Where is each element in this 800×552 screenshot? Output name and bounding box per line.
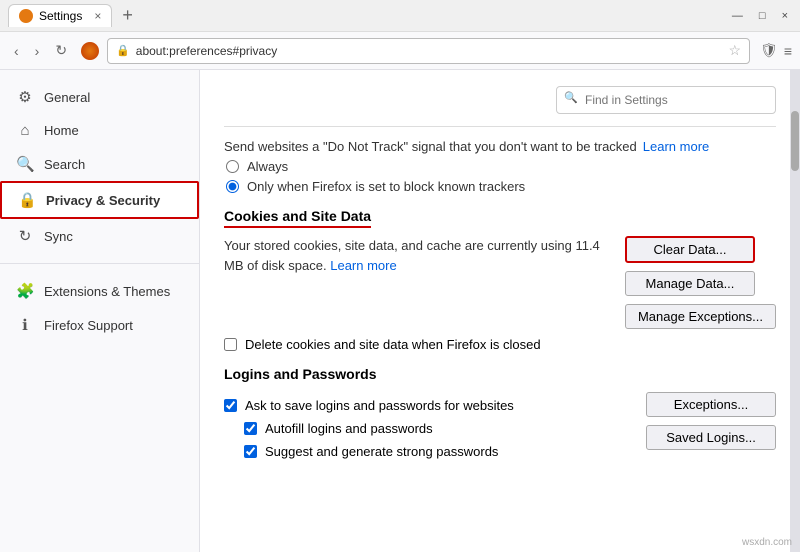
bookmark-icon[interactable]: ☆ bbox=[728, 42, 741, 59]
tab-close-button[interactable]: × bbox=[94, 9, 101, 23]
suggest-row: Suggest and generate strong passwords bbox=[224, 444, 636, 459]
home-icon: ⌂ bbox=[16, 122, 34, 139]
do-not-track-section: Send websites a "Do Not Track" signal th… bbox=[224, 139, 776, 194]
scrollbar-track[interactable] bbox=[790, 70, 800, 552]
sidebar-item-search[interactable]: 🔍 Search bbox=[0, 147, 199, 181]
cookies-row: Your stored cookies, site data, and cach… bbox=[224, 236, 776, 329]
suggest-label: Suggest and generate strong passwords bbox=[265, 444, 498, 459]
sidebar-label-general: General bbox=[44, 90, 90, 105]
radio-known-trackers: Only when Firefox is set to block known … bbox=[226, 179, 776, 194]
privacy-icon: 🔒 bbox=[18, 191, 36, 209]
forward-button[interactable]: › bbox=[29, 39, 46, 63]
address-bar[interactable]: 🔒 about:preferences#privacy ☆ bbox=[107, 38, 750, 64]
tab-label: Settings bbox=[39, 9, 82, 23]
saved-logins-button[interactable]: Saved Logins... bbox=[646, 425, 776, 450]
sidebar-label-support: Firefox Support bbox=[44, 318, 133, 333]
section-separator-top bbox=[224, 126, 776, 127]
firefox-tab-icon bbox=[19, 9, 33, 23]
content-area: Send websites a "Do Not Track" signal th… bbox=[200, 70, 800, 552]
sidebar-item-extensions[interactable]: 🧩 Extensions & Themes bbox=[0, 274, 199, 308]
sidebar: ⚙ General⌂ Home🔍 Search🔒 Privacy & Secur… bbox=[0, 70, 200, 552]
autofill-checkbox[interactable] bbox=[244, 422, 257, 435]
autofill-row: Autofill logins and passwords bbox=[224, 421, 636, 436]
cookies-desc: Your stored cookies, site data, and cach… bbox=[224, 236, 615, 275]
minimize-button[interactable]: — bbox=[728, 10, 747, 22]
lock-icon: 🔒 bbox=[116, 44, 130, 57]
do-not-track-row: Send websites a "Do Not Track" signal th… bbox=[224, 139, 776, 154]
clear-data-button[interactable]: Clear Data... bbox=[625, 236, 755, 263]
cookies-section: Cookies and Site Data Your stored cookie… bbox=[224, 208, 776, 352]
main-layout: ⚙ General⌂ Home🔍 Search🔒 Privacy & Secur… bbox=[0, 70, 800, 552]
sidebar-label-extensions: Extensions & Themes bbox=[44, 284, 170, 299]
sidebar-item-privacy[interactable]: 🔒 Privacy & Security bbox=[0, 181, 199, 219]
firefox-logo bbox=[81, 42, 99, 60]
sidebar-item-home[interactable]: ⌂ Home bbox=[0, 114, 199, 147]
title-bar: Settings × + — □ × bbox=[0, 0, 800, 32]
find-input[interactable] bbox=[556, 86, 776, 114]
sidebar-label-sync: Sync bbox=[44, 229, 73, 244]
sidebar-item-support[interactable]: ℹ Firefox Support bbox=[0, 308, 199, 342]
logins-row: Ask to save logins and passwords for web… bbox=[224, 390, 776, 467]
cookies-content: Your stored cookies, site data, and cach… bbox=[224, 236, 615, 281]
shield-icon[interactable]: 🛡 bbox=[760, 42, 778, 59]
nav-right-icons: 🛡 ≡ bbox=[760, 42, 792, 59]
window-controls: — □ × bbox=[728, 10, 792, 22]
ask-save-row: Ask to save logins and passwords for web… bbox=[224, 398, 636, 413]
logins-section: Logins and Passwords Ask to save logins … bbox=[224, 366, 776, 467]
cookies-buttons: Clear Data... Manage Data... Manage Exce… bbox=[625, 236, 776, 329]
sidebar-divider bbox=[0, 263, 199, 264]
close-button[interactable]: × bbox=[778, 10, 792, 22]
manage-data-button[interactable]: Manage Data... bbox=[625, 271, 755, 296]
radio-known-input[interactable] bbox=[226, 180, 239, 193]
maximize-button[interactable]: □ bbox=[755, 10, 770, 22]
exceptions-button[interactable]: Exceptions... bbox=[646, 392, 776, 417]
ask-save-label: Ask to save logins and passwords for web… bbox=[245, 398, 514, 413]
address-text: about:preferences#privacy bbox=[136, 44, 723, 58]
back-button[interactable]: ‹ bbox=[8, 39, 25, 63]
manage-exceptions-button[interactable]: Manage Exceptions... bbox=[625, 304, 776, 329]
sidebar-item-general[interactable]: ⚙ General bbox=[0, 80, 199, 114]
radio-always-label: Always bbox=[247, 159, 288, 174]
radio-always: Always bbox=[226, 159, 776, 174]
search-icon: 🔍 bbox=[16, 155, 34, 173]
nav-bar: ‹ › ↻ 🔒 about:preferences#privacy ☆ 🛡 ≡ bbox=[0, 32, 800, 70]
suggest-checkbox[interactable] bbox=[244, 445, 257, 458]
logins-title: Logins and Passwords bbox=[224, 366, 776, 382]
radio-always-input[interactable] bbox=[226, 160, 239, 173]
general-icon: ⚙ bbox=[16, 88, 34, 106]
new-tab-button[interactable]: + bbox=[116, 5, 139, 26]
sync-icon: ↻ bbox=[16, 227, 34, 245]
logins-content: Ask to save logins and passwords for web… bbox=[224, 390, 636, 467]
delete-on-close-label: Delete cookies and site data when Firefo… bbox=[245, 337, 541, 352]
radio-known-label: Only when Firefox is set to block known … bbox=[247, 179, 525, 194]
do-not-track-learn-more[interactable]: Learn more bbox=[643, 139, 709, 154]
sidebar-label-home: Home bbox=[44, 123, 79, 138]
support-icon: ℹ bbox=[16, 316, 34, 334]
delete-on-close-checkbox[interactable] bbox=[224, 338, 237, 351]
cookies-learn-more[interactable]: Learn more bbox=[330, 258, 396, 273]
logins-buttons: Exceptions... Saved Logins... bbox=[646, 392, 776, 450]
scrollbar-thumb[interactable] bbox=[791, 111, 799, 171]
sidebar-label-privacy: Privacy & Security bbox=[46, 193, 160, 208]
sidebar-label-search: Search bbox=[44, 157, 85, 172]
cookies-section-title: Cookies and Site Data bbox=[224, 208, 371, 228]
delete-on-close-row: Delete cookies and site data when Firefo… bbox=[224, 337, 776, 352]
ask-save-checkbox[interactable] bbox=[224, 399, 237, 412]
menu-icon[interactable]: ≡ bbox=[784, 43, 792, 59]
do-not-track-text: Send websites a "Do Not Track" signal th… bbox=[224, 139, 637, 154]
watermark: wsxdn.com bbox=[742, 537, 792, 548]
find-wrapper bbox=[556, 86, 776, 114]
find-bar bbox=[224, 86, 776, 114]
autofill-label: Autofill logins and passwords bbox=[265, 421, 433, 436]
reload-button[interactable]: ↻ bbox=[49, 38, 73, 63]
browser-tab[interactable]: Settings × bbox=[8, 4, 112, 27]
extensions-icon: 🧩 bbox=[16, 282, 34, 300]
sidebar-item-sync[interactable]: ↻ Sync bbox=[0, 219, 199, 253]
